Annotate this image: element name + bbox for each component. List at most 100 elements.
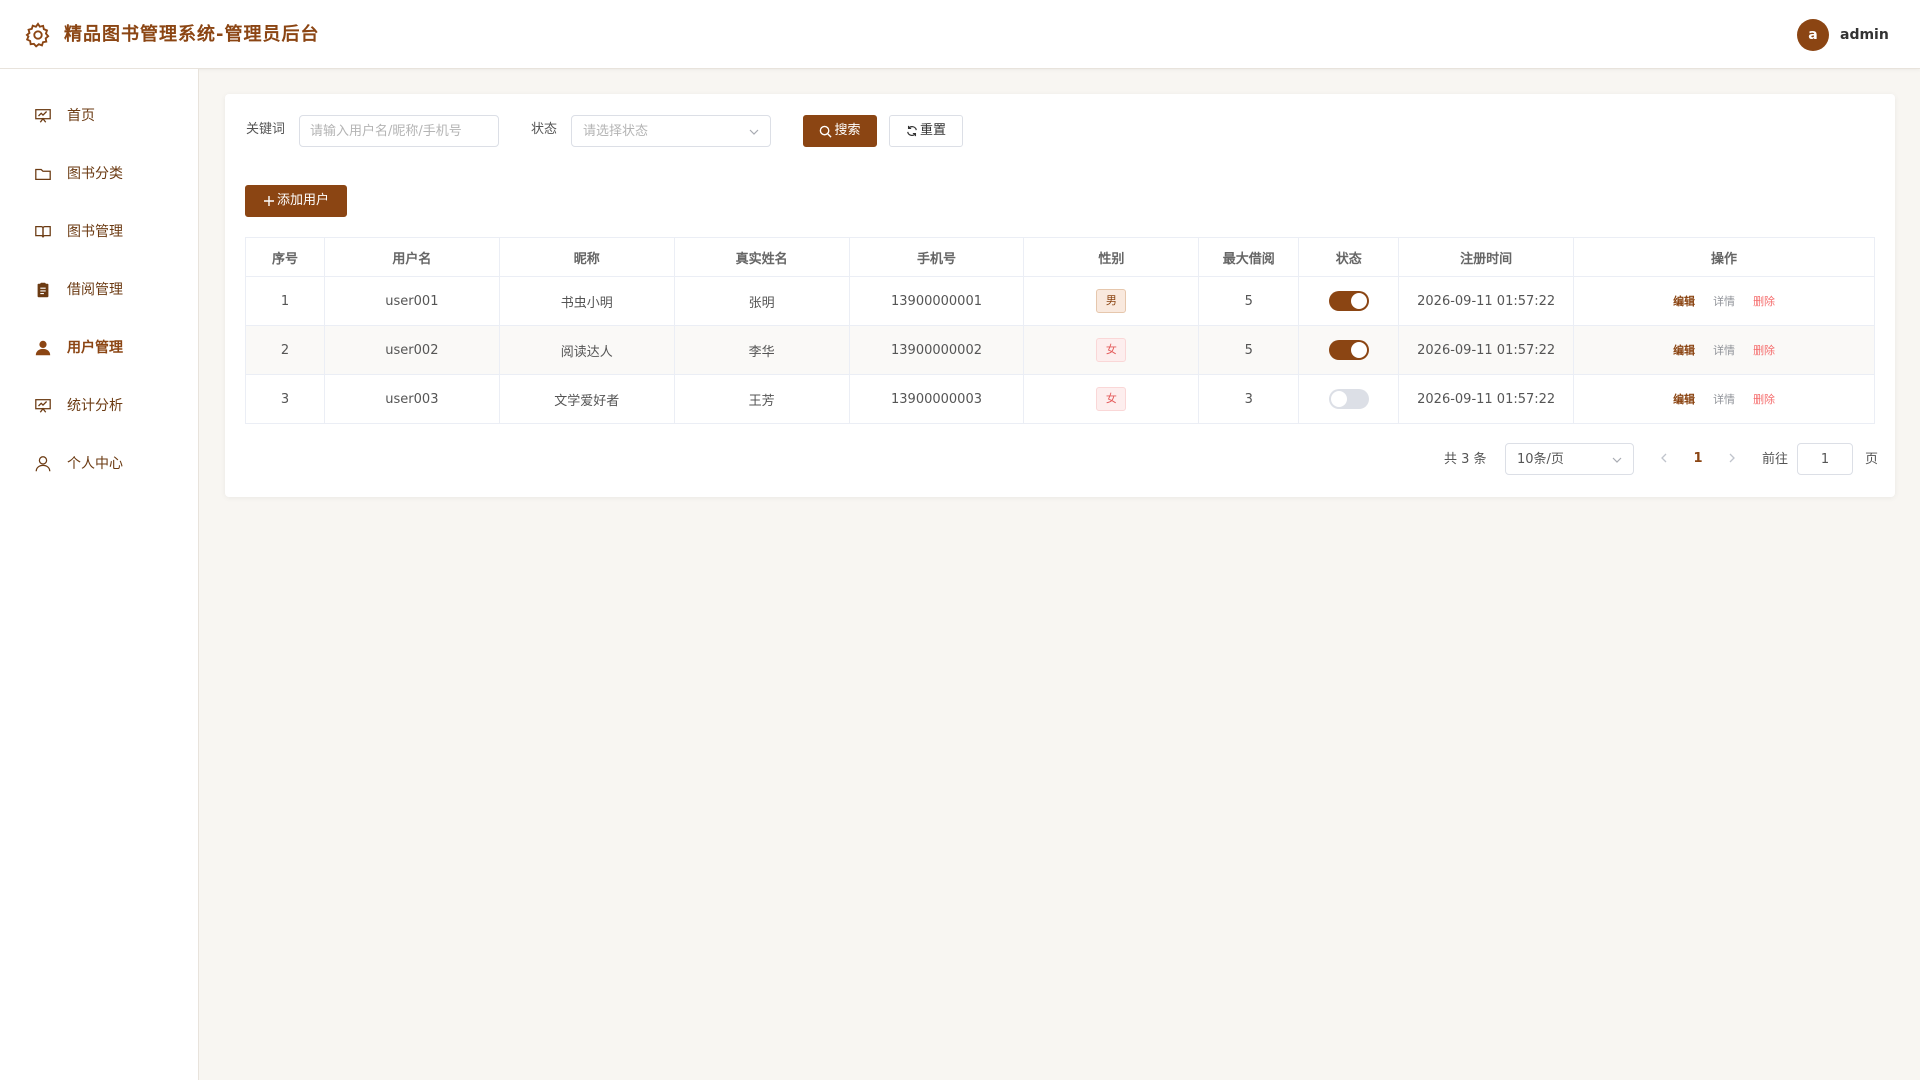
detail-link[interactable]: 详情 [1713,393,1735,406]
avatar[interactable]: a [1797,19,1829,51]
sidebar-item-user-management[interactable]: 用户管理 [0,319,199,377]
status-select-placeholder: 请选择状态 [583,124,649,139]
cell-actions: 编辑 详情 删除 [1573,374,1875,424]
clipboard-icon [37,282,49,298]
delete-link[interactable]: 删除 [1753,393,1775,406]
pagination-total: 共 3 条 [1444,452,1487,467]
chevron-right-icon[interactable] [1725,451,1739,465]
detail-link[interactable]: 详情 [1713,295,1735,308]
add-user-button-label: 添加用户 [276,193,329,208]
sidebar-item-label: 图书管理 [67,224,123,240]
sidebar-item-home[interactable]: 首页 [0,87,199,145]
cell-status [1298,374,1400,424]
refresh-icon [907,125,917,137]
table-row: 2 user002 阅读达人 李华 13900000002 女 5 2026-0… [245,325,1875,375]
sidebar-item-borrow-management[interactable]: 借阅管理 [0,261,199,319]
search-icon [820,125,833,138]
sidebar-item-label: 图书分类 [67,166,123,182]
cell-actions: 编辑 详情 删除 [1573,325,1875,375]
page-suffix: 页 [1865,452,1879,467]
detail-link[interactable]: 详情 [1713,344,1735,357]
edit-link[interactable]: 编辑 [1673,295,1695,308]
column-header: 序号 [245,237,325,277]
search-button[interactable]: 搜索 [803,115,877,147]
cell-registered-at: 2026-09-11 01:57:22 [1398,276,1575,326]
goto-label: 前往 [1762,452,1789,467]
cell-index: 3 [245,374,325,424]
cell-nickname: 文学爱好者 [498,374,675,424]
sidebar-item-book-category[interactable]: 图书分类 [0,145,199,203]
status-toggle[interactable] [1328,389,1369,409]
page-number-current[interactable]: 1 [1688,449,1708,469]
cell-registered-at: 2026-09-11 01:57:22 [1398,325,1575,375]
column-header: 昵称 [498,237,675,277]
folder-icon [35,168,51,181]
table-row: 1 user001 书虫小明 张明 13900000001 男 5 2026-0… [245,276,1875,326]
cell-real-name: 张明 [673,276,850,326]
column-header: 手机号 [848,237,1025,277]
toggle-knob [1350,293,1367,309]
cell-phone: 13900000001 [848,276,1025,326]
column-header: 真实姓名 [673,237,850,277]
cell-nickname: 阅读达人 [498,325,675,375]
table-row: 3 user003 文学爱好者 王芳 13900000003 女 3 2026-… [245,374,1875,424]
gender-tag: 女 [1096,338,1127,362]
column-header: 用户名 [323,237,500,277]
cell-actions: 编辑 详情 删除 [1573,276,1875,326]
delete-link[interactable]: 删除 [1753,344,1775,357]
cell-username: user002 [323,325,500,375]
chevron-left-icon[interactable] [1657,451,1671,465]
username[interactable]: admin [1840,24,1889,46]
edit-link[interactable]: 编辑 [1673,393,1695,406]
search-button-label: 搜索 [834,123,861,138]
user-list-card: 关键词 状态 请选择状态 搜索 重置 添加用户 序号 用户名 昵称 真实姓名 手… [225,94,1895,497]
sidebar-item-profile[interactable]: 个人中心 [0,435,199,493]
column-header: 操作 [1573,237,1875,277]
chevron-down-icon [749,129,759,135]
cell-index: 1 [245,276,325,326]
sidebar-item-book-management[interactable]: 图书管理 [0,203,199,261]
user-table: 序号 用户名 昵称 真实姓名 手机号 性别 最大借阅 状态 注册时间 操作 1 … [245,237,1875,424]
reset-button[interactable]: 重置 [889,115,963,147]
presentation-chart-icon [35,399,51,413]
keyword-label: 关键词 [246,122,286,137]
column-header: 注册时间 [1398,237,1575,277]
toggle-knob [1330,391,1347,407]
add-user-button[interactable]: 添加用户 [245,185,347,217]
column-header: 性别 [1023,237,1200,277]
cell-real-name: 李华 [673,325,850,375]
user-outline-icon [35,456,51,472]
presentation-chart-icon [35,109,51,123]
cell-username: user003 [323,374,500,424]
cell-status [1298,276,1400,326]
cell-max-borrow: 5 [1198,325,1300,375]
user-filled-icon [35,340,51,356]
reset-button-label: 重置 [919,123,946,138]
cell-phone: 13900000003 [848,374,1025,424]
keyword-input[interactable] [299,115,499,147]
goto-page-input[interactable] [1797,443,1853,475]
sidebar-item-label: 统计分析 [67,398,123,414]
delete-link[interactable]: 删除 [1753,295,1775,308]
status-toggle[interactable] [1328,340,1369,360]
cell-status [1298,325,1400,375]
sidebar-item-label: 首页 [67,108,95,124]
sidebar-item-statistics[interactable]: 统计分析 [0,377,199,435]
gear-icon [25,22,50,48]
cell-registered-at: 2026-09-11 01:57:22 [1398,374,1575,424]
status-select[interactable]: 请选择状态 [571,115,771,147]
page-size-select[interactable]: 10条/页 [1505,443,1634,475]
cell-phone: 13900000002 [848,325,1025,375]
cell-real-name: 王芳 [673,374,850,424]
sidebar: 首页 图书分类 图书管理 借阅管理 用户管理 统计分析 个人中心 [0,69,199,1080]
column-header: 最大借阅 [1198,237,1300,277]
edit-link[interactable]: 编辑 [1673,344,1695,357]
status-label: 状态 [531,122,558,137]
cell-max-borrow: 5 [1198,276,1300,326]
sidebar-item-label: 借阅管理 [67,282,123,298]
gender-tag: 女 [1096,387,1127,411]
app-title: 精品图书管理系统-管理员后台 [64,24,320,45]
sidebar-item-label: 个人中心 [67,456,123,472]
status-toggle[interactable] [1328,291,1369,311]
sidebar-item-label: 用户管理 [67,340,123,356]
